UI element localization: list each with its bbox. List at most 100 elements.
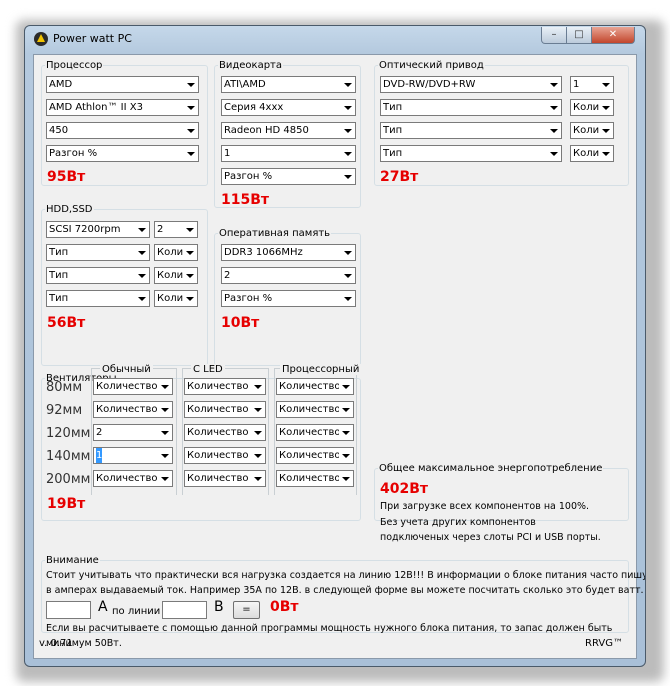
chevron-down-icon[interactable] [341, 245, 355, 260]
ram-type-select[interactable]: DDR3 1066MHz [221, 244, 356, 261]
chevron-down-icon[interactable] [135, 222, 149, 237]
chevron-down-icon[interactable] [339, 379, 353, 394]
gpu-series-value: Серия 4xxx [224, 102, 284, 113]
optical-count-select-2[interactable]: Коли [570, 99, 614, 116]
chevron-down-icon[interactable] [251, 379, 265, 394]
chevron-down-icon[interactable] [184, 123, 198, 138]
cpu-watt: 95Вт [47, 169, 86, 185]
chevron-down-icon[interactable] [341, 268, 355, 283]
amperes-input[interactable] [46, 601, 91, 619]
optical-count-select-1[interactable]: 1 [570, 76, 614, 93]
optical-type-select-4[interactable]: Тип [380, 145, 562, 162]
fan-80-led-select[interactable]: Количество [184, 378, 266, 395]
optical-type-select-2[interactable]: Тип [380, 99, 562, 116]
hdd-count-select-2[interactable]: Коли [154, 244, 198, 261]
ram-count-select[interactable]: 2 [221, 267, 356, 284]
optical-type-select-3[interactable]: Тип [380, 122, 562, 139]
chevron-down-icon[interactable] [158, 402, 172, 417]
chevron-down-icon[interactable] [341, 291, 355, 306]
cpu-manufacturer-select[interactable]: AMD [46, 76, 199, 93]
chevron-down-icon[interactable] [339, 402, 353, 417]
gpu-series-select[interactable]: Серия 4xxx [221, 99, 356, 116]
fan-count-value: Количество [187, 450, 249, 461]
chevron-down-icon[interactable] [599, 77, 613, 92]
chevron-down-icon[interactable] [547, 146, 561, 161]
chevron-down-icon[interactable] [184, 100, 198, 115]
chevron-down-icon[interactable] [251, 471, 265, 486]
fan-92-cpu-select[interactable]: Количество [276, 401, 354, 418]
chevron-down-icon[interactable] [599, 123, 613, 138]
gpu-overclock-select[interactable]: Разгон % [221, 168, 356, 185]
optical-count-select-4[interactable]: Коли [570, 145, 614, 162]
chevron-down-icon[interactable] [158, 425, 172, 440]
cpu-frequency-select[interactable]: 450 [46, 122, 199, 139]
chevron-down-icon[interactable] [599, 146, 613, 161]
chevron-down-icon[interactable] [135, 245, 149, 260]
gpu-model-select[interactable]: Radeon HD 4850 [221, 122, 356, 139]
chevron-down-icon[interactable] [184, 146, 198, 161]
fan-200-cpu-select[interactable]: Количество [276, 470, 354, 487]
hdd-type-select-1[interactable]: SCSI 7200rpm [46, 221, 150, 238]
gpu-count-select[interactable]: 1 [221, 145, 356, 162]
hdd-count-select-1[interactable]: 2 [154, 221, 198, 238]
minimize-button[interactable]: – [541, 27, 567, 44]
chevron-down-icon[interactable] [184, 77, 198, 92]
fan-120-led-select[interactable]: Количество [184, 424, 266, 441]
hdd-count-select-3[interactable]: Коли [154, 267, 198, 284]
chevron-down-icon[interactable] [135, 291, 149, 306]
chevron-down-icon[interactable] [339, 425, 353, 440]
chevron-down-icon[interactable] [251, 448, 265, 463]
hdd-type-select-2[interactable]: Тип [46, 244, 150, 261]
fan-80-normal-select[interactable]: Количество [93, 378, 173, 395]
chevron-down-icon[interactable] [158, 379, 172, 394]
gpu-watt: 115Вт [221, 192, 270, 208]
hdd-type-select-3[interactable]: Тип [46, 267, 150, 284]
hdd-count-select-4[interactable]: Коли [154, 290, 198, 307]
ram-overclock-select[interactable]: Разгон % [221, 290, 356, 307]
fan-140-normal-select[interactable]: 1 [93, 447, 173, 464]
title-bar[interactable]: Power watt PC – □ ✕ [25, 26, 645, 52]
chevron-down-icon[interactable] [135, 268, 149, 283]
fan-92-led-select[interactable]: Количество [184, 401, 266, 418]
hdd-type-select-4[interactable]: Тип [46, 290, 150, 307]
chevron-down-icon[interactable] [547, 77, 561, 92]
voltage-input[interactable] [162, 601, 207, 619]
optical-count-select-3[interactable]: Коли [570, 122, 614, 139]
column-line [176, 368, 177, 495]
fan-120-cpu-select[interactable]: Количество [276, 424, 354, 441]
chevron-down-icon[interactable] [341, 169, 355, 184]
cpu-overclock-select[interactable]: Разгон % [46, 145, 199, 162]
chevron-down-icon[interactable] [183, 222, 197, 237]
ram-watt: 10Вт [221, 315, 260, 331]
cpu-model-select[interactable]: AMD Athlon™ II X3 [46, 99, 199, 116]
chevron-down-icon[interactable] [599, 100, 613, 115]
chevron-down-icon[interactable] [547, 123, 561, 138]
chevron-down-icon[interactable] [339, 448, 353, 463]
fan-200-led-select[interactable]: Количество [184, 470, 266, 487]
total-note: Без учета других компонентов [380, 517, 536, 528]
chevron-down-icon[interactable] [341, 77, 355, 92]
fan-140-led-select[interactable]: Количество [184, 447, 266, 464]
chevron-down-icon[interactable] [183, 268, 197, 283]
chevron-down-icon[interactable] [339, 471, 353, 486]
fan-140-cpu-select[interactable]: Количество [276, 447, 354, 464]
chevron-down-icon[interactable] [341, 146, 355, 161]
calculate-button[interactable]: = [233, 601, 260, 619]
optical-type-select-1[interactable]: DVD-RW/DVD+RW [380, 76, 562, 93]
fan-120-normal-select[interactable]: 2 [93, 424, 173, 441]
chevron-down-icon[interactable] [158, 448, 172, 463]
close-button[interactable]: ✕ [591, 27, 635, 44]
chevron-down-icon[interactable] [341, 123, 355, 138]
chevron-down-icon[interactable] [251, 402, 265, 417]
maximize-button[interactable]: □ [566, 27, 592, 44]
chevron-down-icon[interactable] [183, 245, 197, 260]
chevron-down-icon[interactable] [341, 100, 355, 115]
fan-80-cpu-select[interactable]: Количество [276, 378, 354, 395]
chevron-down-icon[interactable] [251, 425, 265, 440]
gpu-vendor-select[interactable]: ATI\AMD [221, 76, 356, 93]
chevron-down-icon[interactable] [158, 471, 172, 486]
fan-92-normal-select[interactable]: Количество [93, 401, 173, 418]
fan-200-normal-select[interactable]: Количество [93, 470, 173, 487]
chevron-down-icon[interactable] [183, 291, 197, 306]
chevron-down-icon[interactable] [547, 100, 561, 115]
